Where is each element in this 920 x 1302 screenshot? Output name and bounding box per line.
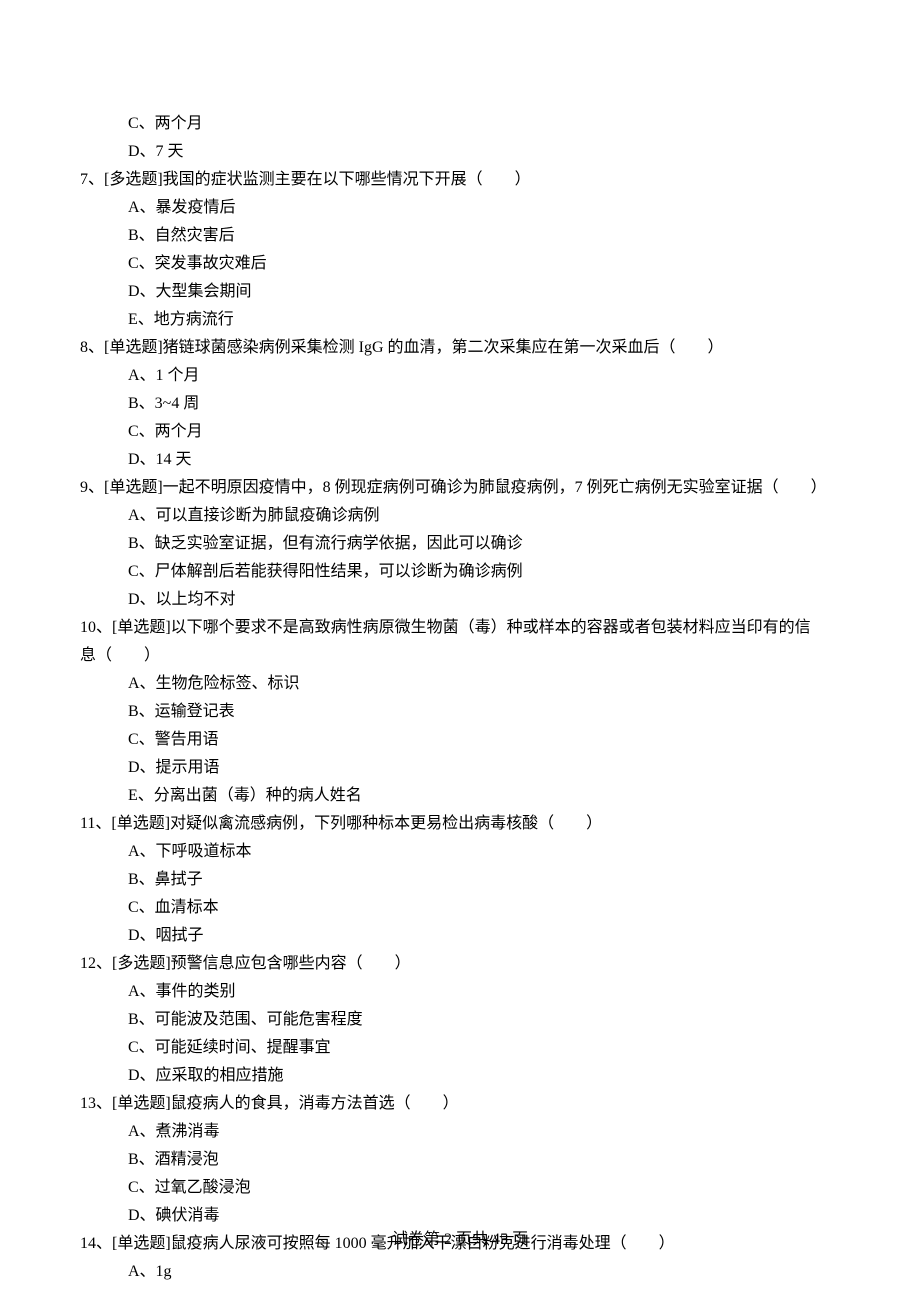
option-text: B、3~4 周 [80,390,840,418]
option-text: A、生物危险标签、标识 [80,670,840,698]
option-text: C、尸体解剖后若能获得阳性结果，可以诊断为确诊病例 [80,558,840,586]
option-text: D、7 天 [80,138,840,166]
option-text: A、1 个月 [80,362,840,390]
option-text: C、突发事故灾难后 [80,250,840,278]
question-stem: 7、[多选题]我国的症状监测主要在以下哪些情况下开展（ ） [80,166,840,194]
option-text: D、大型集会期间 [80,278,840,306]
option-text: B、酒精浸泡 [80,1146,840,1174]
option-text: D、以上均不对 [80,586,840,614]
exam-page: C、两个月 D、7 天 7、[多选题]我国的症状监测主要在以下哪些情况下开展（ … [80,110,840,1286]
option-text: A、下呼吸道标本 [80,838,840,866]
option-text: A、可以直接诊断为肺鼠疫确诊病例 [80,502,840,530]
question-stem: 13、[单选题]鼠疫病人的食具，消毒方法首选（ ） [80,1090,840,1118]
option-text: D、提示用语 [80,754,840,782]
option-text: E、地方病流行 [80,306,840,334]
option-text: A、煮沸消毒 [80,1118,840,1146]
option-text: B、鼻拭子 [80,866,840,894]
option-text: C、可能延续时间、提醒事宜 [80,1034,840,1062]
option-text: C、血清标本 [80,894,840,922]
option-text: D、应采取的相应措施 [80,1062,840,1090]
question-stem: 9、[单选题]一起不明原因疫情中，8 例现症病例可确诊为肺鼠疫病例，7 例死亡病… [80,474,840,502]
option-text: B、运输登记表 [80,698,840,726]
option-text: C、过氧乙酸浸泡 [80,1174,840,1202]
option-text: C、两个月 [80,110,840,138]
question-stem: 11、[单选题]对疑似禽流感病例，下列哪种标本更易检出病毒核酸（ ） [80,810,840,838]
option-text: D、咽拭子 [80,922,840,950]
question-stem: 8、[单选题]猪链球菌感染病例采集检测 IgG 的血清，第二次采集应在第一次采血… [80,334,840,362]
option-text: B、自然灾害后 [80,222,840,250]
option-text: A、1g [80,1258,840,1286]
question-stem: 10、[单选题]以下哪个要求不是高致病性病原微生物菌（毒）种或样本的容器或者包装… [80,614,840,642]
option-text: C、两个月 [80,418,840,446]
option-text: C、警告用语 [80,726,840,754]
question-stem: 12、[多选题]预警信息应包含哪些内容（ ） [80,950,840,978]
option-text: D、14 天 [80,446,840,474]
option-text: B、缺乏实验室证据，但有流行病学依据，因此可以确诊 [80,530,840,558]
question-stem-cont: 息（ ） [80,642,840,670]
option-text: A、暴发疫情后 [80,194,840,222]
option-text: A、事件的类别 [80,978,840,1006]
page-footer: 试卷第 2 页共 45 页 [0,1226,920,1254]
option-text: B、可能波及范围、可能危害程度 [80,1006,840,1034]
option-text: E、分离出菌（毒）种的病人姓名 [80,782,840,810]
